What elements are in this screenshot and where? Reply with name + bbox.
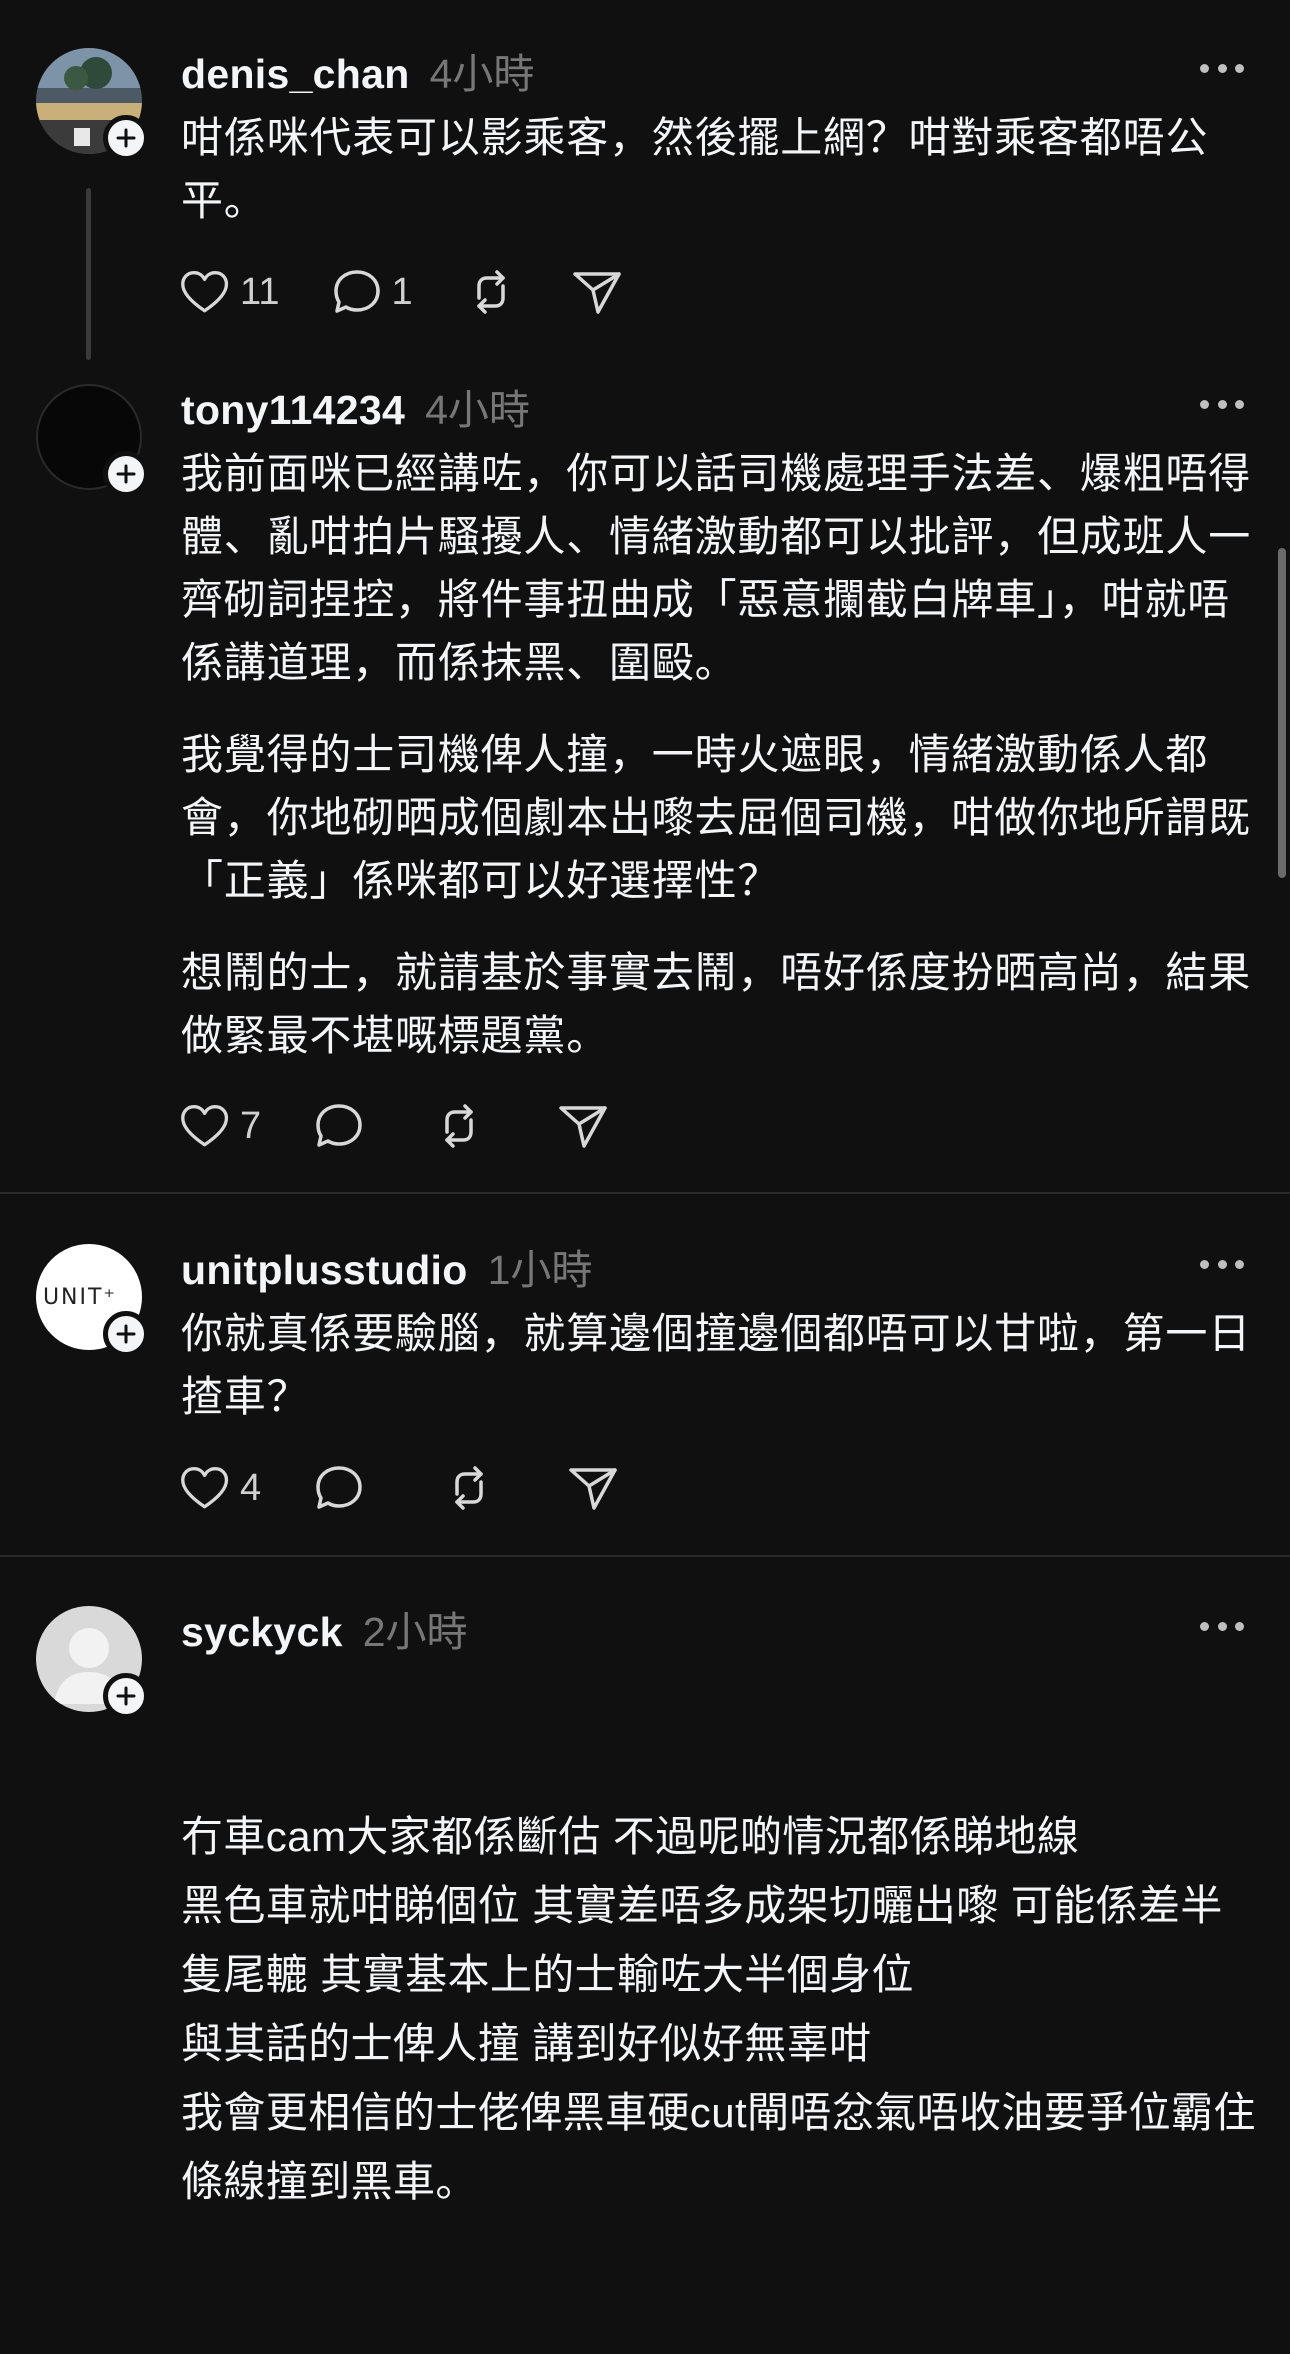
divider [0,1555,1290,1557]
plus-icon [116,1686,136,1706]
heart-icon [181,271,229,313]
more-options-icon[interactable] [1200,64,1244,76]
share-button[interactable] [565,1460,621,1516]
like-button[interactable]: 4 [178,1460,261,1516]
more-options-icon[interactable] [1200,400,1244,412]
post-header: denis_chan 4小時 [181,40,534,100]
post-text: 咁係咪代表可以影乘客，然後擺上網？咁對乘客都唔公平。 [181,106,1256,232]
share-button[interactable] [555,1098,611,1154]
repost-button[interactable] [431,1098,487,1154]
post-text: 你就真係要驗腦，就算邊個撞邊個都唔可以甘啦，第一日揸車？ [181,1302,1256,1428]
like-count: 11 [240,270,280,313]
username[interactable]: syckyck [181,1609,343,1656]
share-button[interactable] [569,264,625,320]
post-text: 我前面咪已經講咗，你可以話司機處理手法差、爆粗唔得體、亂咁拍片騷擾人、情緒激動都… [181,442,1256,1067]
follow-button[interactable] [103,1311,149,1357]
post-paragraph: 你就真係要驗腦，就算邊個撞邊個都唔可以甘啦，第一日揸車？ [181,1310,1252,1420]
username[interactable]: tony114234 [181,387,405,434]
post-paragraph: 冇車cam大家都係斷估 不過呢啲情況都係睇地線 黑色車就咁睇個位 其實差唔多成架… [181,1813,1256,2205]
send-icon [569,1468,617,1510]
like-button[interactable]: 11 [178,264,279,320]
thread-line [86,188,91,360]
divider [0,1192,1290,1194]
repost-icon [455,1466,483,1510]
action-bar: 4 [178,1458,621,1518]
send-icon [572,272,621,314]
timestamp: 4小時 [425,387,530,433]
like-count: 4 [240,1466,262,1509]
post-header: unitplusstudio 1小時 [181,1236,592,1296]
like-count: 7 [240,1104,262,1147]
follow-button[interactable] [103,1673,149,1719]
follow-button[interactable] [103,115,149,161]
avatar-wrap[interactable] [36,1606,149,1719]
timestamp: 4小時 [429,51,535,97]
post-text: 冇車cam大家都係斷估 不過呢啲情況都係睇地線 黑色車就咁睇個位 其實差唔多成架… [181,1664,1256,2354]
repost-icon [445,1104,473,1148]
reply-button[interactable] [311,1098,373,1154]
heart-icon [181,1467,229,1509]
timestamp: 1小時 [487,1247,593,1293]
reply-count: 1 [391,270,413,313]
unit-logo-icon: UNIT⁺ [42,1284,118,1310]
avatar-wrap[interactable] [36,48,149,161]
username[interactable]: denis_chan [181,51,410,98]
comment-icon [316,1466,362,1509]
follow-button[interactable] [103,451,149,497]
repost-icon [476,270,505,314]
like-button[interactable]: 7 [178,1098,261,1154]
timestamp: 2小時 [362,1609,468,1655]
repost-button[interactable] [463,264,519,320]
comment-icon [334,270,381,313]
scrollbar[interactable] [1278,548,1286,878]
plus-icon [116,128,136,148]
plus-icon [116,1324,136,1344]
post-paragraph: 想鬧的士，就請基於事實去鬧，唔好係度扮晒高尚，結果做緊最不堪嘅標題黨。 [181,949,1252,1059]
comment-icon [316,1104,362,1147]
avatar-wrap[interactable] [36,384,149,497]
send-icon [559,1106,607,1148]
post-paragraph: 我覺得的士司機俾人撞，一時火遮眼，情緒激動係人都會，你地砌晒成個劇本出嚟去屈個司… [181,731,1252,904]
plus-icon [116,464,136,484]
reply-button[interactable] [311,1460,373,1516]
action-bar: 11 1 [178,262,625,322]
more-options-icon[interactable] [1200,1622,1244,1634]
reply-button[interactable]: 1 [329,264,413,320]
post-header: tony114234 4小時 [181,376,530,436]
post-header: syckyck 2小時 [181,1598,468,1658]
post-paragraph: 我前面咪已經講咗，你可以話司機處理手法差、爆粗唔得體、亂咁拍片騷擾人、情緒激動都… [181,450,1252,686]
avatar-wrap[interactable]: UNIT⁺ [36,1244,149,1357]
repost-button[interactable] [441,1460,497,1516]
post-paragraph: 咁係咪代表可以影乘客，然後擺上網？咁對乘客都唔公平。 [181,114,1209,224]
more-options-icon[interactable] [1200,1260,1244,1272]
heart-icon [181,1105,229,1147]
action-bar: 7 [178,1096,611,1156]
username[interactable]: unitplusstudio [181,1247,468,1294]
